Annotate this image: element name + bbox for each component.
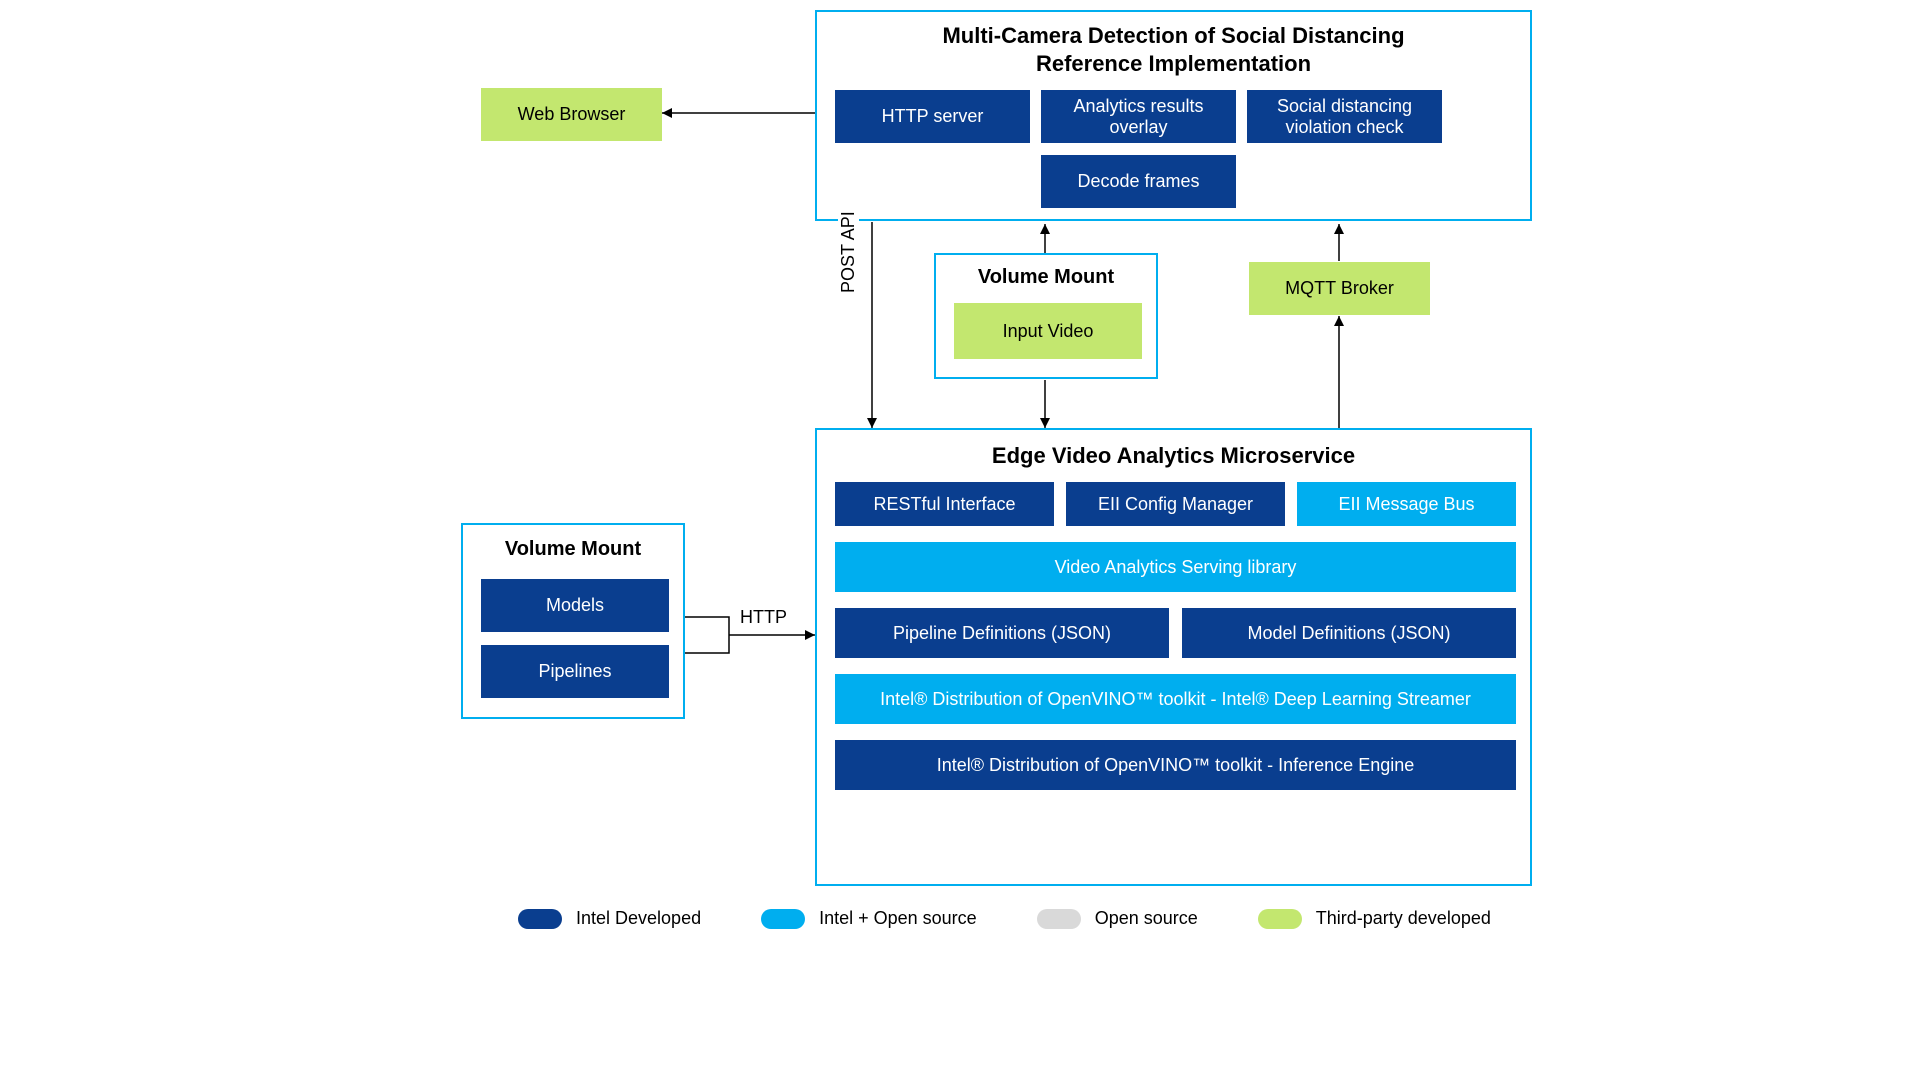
openvino-inference-label: Intel® Distribution of OpenVINO™ toolkit… xyxy=(937,755,1415,776)
pipelines-label: Pipelines xyxy=(538,661,611,682)
eii-msgbus-label: EII Message Bus xyxy=(1338,494,1474,515)
legend-third-party: Third-party developed xyxy=(1258,908,1491,929)
volume-mount-mid-title: Volume Mount xyxy=(936,265,1156,290)
evam-container: Edge Video Analytics Microservice RESTfu… xyxy=(815,428,1532,886)
volume-mount-left-container: Volume Mount Models Pipelines xyxy=(461,523,685,719)
pipeline-defs-label: Pipeline Definitions (JSON) xyxy=(893,623,1111,644)
swatch-light-blue xyxy=(761,909,805,929)
openvino-streamer-label: Intel® Distribution of OpenVINO™ toolkit… xyxy=(880,689,1471,710)
model-defs-label: Model Definitions (JSON) xyxy=(1247,623,1450,644)
legend-open-source-label: Open source xyxy=(1095,908,1198,929)
openvino-streamer-box: Intel® Distribution of OpenVINO™ toolkit… xyxy=(835,674,1516,724)
legend-intel-open-label: Intel + Open source xyxy=(819,908,977,929)
vas-lib-box: Video Analytics Serving library xyxy=(835,542,1516,592)
http-server-label: HTTP server xyxy=(882,106,984,127)
models-box: Models xyxy=(481,579,669,632)
input-video-box: Input Video xyxy=(954,303,1142,359)
input-video-label: Input Video xyxy=(1003,321,1094,342)
openvino-inference-box: Intel® Distribution of OpenVINO™ toolkit… xyxy=(835,740,1516,790)
legend: Intel Developed Intel + Open source Open… xyxy=(518,908,1491,929)
legend-intel-dev-label: Intel Developed xyxy=(576,908,701,929)
analytics-overlay-box: Analytics results overlay xyxy=(1041,90,1236,143)
violation-check-box: Social distancing violation check xyxy=(1247,90,1442,143)
evam-title: Edge Video Analytics Microservice xyxy=(817,442,1530,470)
restful-box: RESTful Interface xyxy=(835,482,1054,526)
legend-intel-open: Intel + Open source xyxy=(761,908,977,929)
web-browser-box: Web Browser xyxy=(481,88,662,141)
mqtt-broker-box: MQTT Broker xyxy=(1249,262,1430,315)
decode-frames-box: Decode frames xyxy=(1041,155,1236,208)
http-label: HTTP xyxy=(740,607,787,628)
swatch-dark-blue xyxy=(518,909,562,929)
analytics-overlay-label: Analytics results overlay xyxy=(1049,96,1228,138)
mqtt-broker-label: MQTT Broker xyxy=(1285,278,1394,299)
top-container-title: Multi-Camera Detection of Social Distanc… xyxy=(817,22,1530,77)
eii-msgbus-box: EII Message Bus xyxy=(1297,482,1516,526)
web-browser-label: Web Browser xyxy=(518,104,626,125)
models-label: Models xyxy=(546,595,604,616)
legend-third-party-label: Third-party developed xyxy=(1316,908,1491,929)
eii-config-box: EII Config Manager xyxy=(1066,482,1285,526)
diagram-canvas: Web Browser Multi-Camera Detection of So… xyxy=(240,0,1680,1080)
top-reference-container: Multi-Camera Detection of Social Distanc… xyxy=(815,10,1532,221)
model-defs-box: Model Definitions (JSON) xyxy=(1182,608,1516,658)
post-api-label: POST API xyxy=(838,211,859,293)
pipelines-box: Pipelines xyxy=(481,645,669,698)
violation-check-label: Social distancing violation check xyxy=(1255,96,1434,138)
swatch-green xyxy=(1258,909,1302,929)
eii-config-label: EII Config Manager xyxy=(1098,494,1253,515)
restful-label: RESTful Interface xyxy=(873,494,1015,515)
swatch-grey xyxy=(1037,909,1081,929)
volume-mount-left-title: Volume Mount xyxy=(463,537,683,562)
legend-intel-dev: Intel Developed xyxy=(518,908,701,929)
pipeline-defs-box: Pipeline Definitions (JSON) xyxy=(835,608,1169,658)
legend-open-source: Open source xyxy=(1037,908,1198,929)
http-server-box: HTTP server xyxy=(835,90,1030,143)
volume-mount-mid-container: Volume Mount Input Video xyxy=(934,253,1158,379)
vas-lib-label: Video Analytics Serving library xyxy=(1055,557,1297,578)
decode-frames-label: Decode frames xyxy=(1077,171,1199,192)
